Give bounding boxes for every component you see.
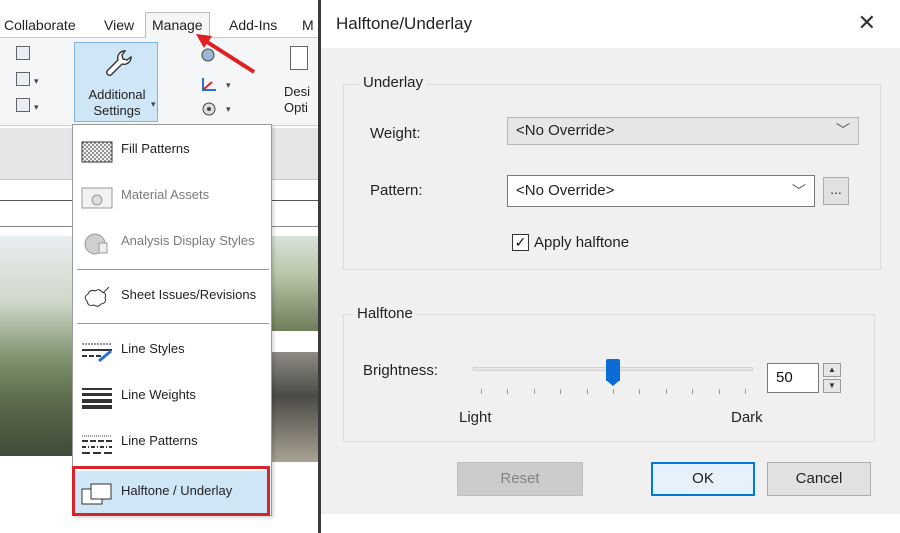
pattern-browse-button[interactable]: ... (823, 177, 849, 205)
apply-halftone-label: Apply halftone (534, 234, 630, 251)
halftone-underlay-dialog: Halftone/Underlay ✕ Underlay Weight: <No… (318, 0, 900, 533)
halftone-legend: Halftone (353, 305, 417, 322)
slider-tick (692, 389, 694, 394)
pattern-dropdown[interactable]: <No Override> ﹀ (507, 175, 815, 207)
ribbon-panel: ▾ ▾ Additional Settings ▾ ▾ ▾ Desi Opti (0, 38, 318, 126)
menu-item-material-assets[interactable]: Material Assets (75, 175, 269, 219)
spin-up-icon[interactable]: ▲ (823, 363, 841, 377)
revit-ribbon-area: Collaborate View Manage Add-Ins M ▾ ▾ Ad… (0, 0, 318, 533)
fill-pattern-icon (81, 141, 113, 163)
weight-dropdown[interactable]: <No Override> ﹀ (507, 117, 859, 145)
pattern-value: <No Override> (516, 182, 615, 199)
rendering-thumbnail (272, 352, 318, 462)
design-options-label-2: Opti (284, 100, 308, 115)
slider-tick (718, 389, 720, 394)
chevron-down-icon: ▾ (226, 80, 231, 90)
additional-settings-button[interactable]: Additional Settings ▾ (74, 42, 158, 122)
additional-settings-label-1: Additional (88, 87, 146, 102)
dialog-title: Halftone/Underlay (336, 14, 473, 33)
apply-halftone-checkbox[interactable]: ✓ (512, 234, 529, 251)
ribbon-tab-bar: Collaborate View Manage Add-Ins M (0, 12, 318, 39)
background-strip (321, 514, 900, 533)
slider-tick (533, 389, 535, 394)
menu-item-line-styles[interactable]: Line Styles (75, 329, 269, 373)
design-options-icon[interactable] (290, 46, 308, 70)
brightness-label: Brightness: (363, 362, 439, 379)
dark-label: Dark (731, 409, 763, 426)
chevron-down-icon: ﹀ (836, 122, 850, 138)
rendering-thumbnail (272, 236, 318, 331)
menu-item-label: Fill Patterns (121, 141, 190, 156)
wrench-icon (106, 50, 132, 76)
additional-settings-menu: Fill Patterns Material Assets Analysis D… (72, 124, 272, 516)
slider-tick (665, 389, 667, 394)
slider-tick (507, 389, 509, 394)
additional-settings-label-2: Settings (93, 103, 141, 118)
analysis-display-icon (84, 233, 108, 255)
light-label: Light (459, 409, 492, 426)
chevron-down-icon: ▾ (34, 102, 39, 112)
spin-down-icon[interactable]: ▼ (823, 379, 841, 393)
menu-item-analysis-display-styles[interactable]: Analysis Display Styles (75, 221, 269, 265)
tab-more[interactable]: M (302, 17, 314, 33)
menu-item-label: Line Patterns (121, 433, 198, 448)
slider-tick (639, 389, 641, 394)
slider-tick (745, 389, 746, 394)
design-options-label-1: Desi (284, 84, 311, 99)
chevron-down-icon: ▾ (151, 99, 156, 109)
menu-item-sheet-issues-revisions[interactable]: Sheet Issues/Revisions (75, 275, 269, 319)
menu-item-label: Line Styles (121, 341, 185, 356)
menu-item-label: Sheet Issues/Revisions (121, 287, 257, 302)
menu-separator (77, 323, 269, 324)
chevron-down-icon: ﹀ (792, 183, 806, 199)
menu-item-line-patterns[interactable]: Line Patterns (75, 421, 269, 465)
slider-tick (560, 389, 562, 394)
close-icon[interactable]: ✕ (858, 10, 876, 36)
slider-tick (586, 389, 588, 394)
brightness-input[interactable]: 50 (767, 363, 819, 393)
menu-item-label: Line Weights (121, 387, 196, 402)
weight-value: <No Override> (516, 122, 615, 139)
menu-item-label: Material Assets (121, 187, 210, 202)
material-assets-icon (81, 187, 113, 209)
menu-separator (77, 269, 269, 270)
line-weights-icon (82, 388, 112, 409)
menu-item-label: Analysis Display Styles (121, 233, 255, 248)
weight-label: Weight: (370, 125, 421, 142)
line-styles-icon (82, 343, 112, 363)
ok-button[interactable]: OK (651, 462, 755, 496)
coordinates-icon[interactable] (200, 76, 218, 92)
menu-item-fill-patterns[interactable]: Fill Patterns (75, 129, 269, 173)
slider-tick (481, 389, 482, 394)
reset-button[interactable]: Reset (457, 462, 583, 496)
slider-tick (613, 389, 614, 394)
underlay-legend: Underlay (359, 74, 428, 91)
pattern-label: Pattern: (370, 182, 423, 199)
tab-collaborate[interactable]: Collaborate (4, 17, 76, 33)
revision-cloud-icon (84, 287, 110, 307)
chevron-down-icon: ▾ (34, 76, 39, 86)
menu-item-line-weights[interactable]: Line Weights (75, 375, 269, 419)
chevron-down-icon: ▾ (226, 104, 231, 114)
rendering-thumbnail (0, 236, 74, 456)
snaps-icon[interactable] (16, 72, 30, 86)
object-styles-icon[interactable] (16, 46, 30, 60)
dialog-title-bar: Halftone/Underlay ✕ (321, 0, 900, 48)
project-info-icon[interactable] (16, 98, 30, 112)
position-icon[interactable] (200, 101, 218, 117)
line-patterns-icon (82, 435, 112, 454)
brightness-slider-thumb[interactable] (606, 359, 620, 386)
annotation-arrow-icon (196, 34, 256, 74)
tab-view[interactable]: View (104, 17, 134, 33)
cancel-button[interactable]: Cancel (767, 462, 871, 496)
highlight-annotation-box (72, 466, 270, 516)
